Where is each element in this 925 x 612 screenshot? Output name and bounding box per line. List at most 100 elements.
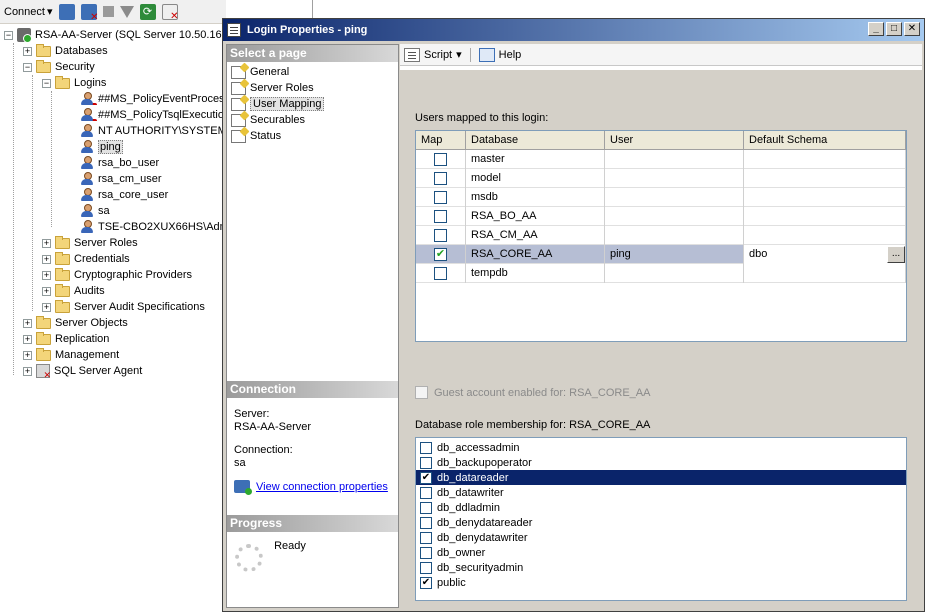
tree-databases[interactable]: + Databases: [23, 43, 108, 59]
role-checkbox[interactable]: [420, 441, 432, 454]
minimize-button[interactable]: _: [868, 22, 884, 36]
tree-login-item[interactable]: TSE-CBO2XUX66HS\Admir: [80, 219, 226, 235]
filter-icon[interactable]: [119, 5, 134, 18]
tree-login-item-selected[interactable]: ping: [80, 139, 123, 155]
table-row[interactable]: master: [416, 150, 906, 169]
expand-icon[interactable]: +: [42, 302, 51, 312]
list-item[interactable]: db_ddladmin: [416, 500, 906, 515]
connect-button[interactable]: Connect ▾: [4, 5, 53, 19]
table-row[interactable]: tempdb: [416, 264, 906, 283]
schema-cell[interactable]: [744, 226, 906, 245]
stop-icon[interactable]: [102, 6, 114, 17]
collapse-icon[interactable]: −: [4, 30, 13, 40]
page-general[interactable]: General: [227, 64, 398, 80]
map-checkbox[interactable]: [434, 229, 447, 242]
map-checkbox[interactable]: [434, 153, 447, 166]
column-header-user[interactable]: User: [605, 131, 744, 150]
page-server-roles[interactable]: Server Roles: [227, 80, 398, 96]
column-header-map[interactable]: Map: [416, 131, 466, 150]
list-item[interactable]: db_backupoperator: [416, 455, 906, 470]
list-item[interactable]: db_securityadmin: [416, 560, 906, 575]
page-status[interactable]: Status: [227, 128, 398, 144]
table-row[interactable]: model: [416, 169, 906, 188]
browse-schema-button[interactable]: ...: [887, 246, 905, 263]
expand-icon[interactable]: +: [42, 238, 51, 248]
tree-server-roles[interactable]: + Server Roles: [42, 235, 138, 251]
tree-login-item[interactable]: ##MS_PolicyEventProces: [80, 91, 225, 107]
help-button[interactable]: Help: [499, 49, 522, 61]
role-checkbox[interactable]: ✔: [420, 576, 432, 589]
tree-credentials[interactable]: + Credentials: [42, 251, 130, 267]
user-cell[interactable]: [605, 264, 744, 283]
list-item[interactable]: db_datawriter: [416, 485, 906, 500]
list-item[interactable]: db_owner: [416, 545, 906, 560]
expand-icon[interactable]: +: [23, 350, 32, 360]
script-icon[interactable]: [404, 47, 420, 62]
page-securables[interactable]: Securables: [227, 112, 398, 128]
dialog-titlebar[interactable]: Login Properties - ping _ □ ✕: [223, 19, 924, 41]
user-cell[interactable]: [605, 226, 744, 245]
user-cell[interactable]: [605, 169, 744, 188]
tree-logins[interactable]: − Logins: [42, 75, 106, 91]
expand-icon[interactable]: +: [23, 366, 32, 376]
view-connection-properties-link[interactable]: View connection properties: [256, 481, 388, 493]
tree-cryptographic-providers[interactable]: + Cryptographic Providers: [42, 267, 192, 283]
table-row[interactable]: RSA_CM_AA: [416, 226, 906, 245]
page-user-mapping[interactable]: User Mapping: [227, 96, 398, 112]
list-item[interactable]: ✔ public: [416, 575, 906, 590]
close-button[interactable]: ✕: [904, 22, 920, 36]
tree-server[interactable]: − RSA-AA-Server (SQL Server 10.50.16: [4, 27, 222, 43]
map-checkbox[interactable]: ✔: [434, 248, 447, 261]
user-cell[interactable]: [605, 188, 744, 207]
tree-security[interactable]: − Security: [23, 59, 95, 75]
role-checkbox[interactable]: [420, 531, 432, 544]
guest-account-checkbox[interactable]: [415, 386, 428, 399]
schema-cell[interactable]: [744, 188, 906, 207]
schema-cell[interactable]: [744, 264, 906, 283]
role-checkbox[interactable]: [420, 486, 432, 499]
user-cell[interactable]: [605, 207, 744, 226]
expand-icon[interactable]: +: [23, 46, 32, 56]
tree-server-audit-specifications[interactable]: + Server Audit Specifications: [42, 299, 205, 315]
role-checkbox[interactable]: [420, 456, 432, 469]
tree-login-item[interactable]: NT AUTHORITY\SYSTEM: [80, 123, 226, 139]
user-cell[interactable]: ping: [605, 245, 744, 264]
tree-audits[interactable]: + Audits: [42, 283, 105, 299]
tree-login-item[interactable]: rsa_cm_user: [80, 171, 162, 187]
tree-sql-server-agent[interactable]: + SQL Server Agent: [23, 363, 142, 381]
schema-cell[interactable]: [744, 150, 906, 169]
table-row[interactable]: RSA_BO_AA: [416, 207, 906, 226]
expand-icon[interactable]: +: [23, 318, 32, 328]
list-item[interactable]: db_accessadmin: [416, 440, 906, 455]
schema-cell[interactable]: dbo ...: [744, 245, 906, 264]
tree-login-item[interactable]: rsa_core_user: [80, 187, 168, 203]
connect-object-explorer-icon[interactable]: [58, 3, 75, 20]
tree-login-item[interactable]: sa: [80, 203, 110, 219]
list-item[interactable]: db_denydatawriter: [416, 530, 906, 545]
column-header-default-schema[interactable]: Default Schema: [744, 131, 906, 150]
schema-cell[interactable]: [744, 207, 906, 226]
column-header-database[interactable]: Database: [466, 131, 605, 150]
map-checkbox[interactable]: [434, 267, 447, 280]
refresh-icon[interactable]: ⟳: [139, 3, 156, 20]
expand-icon[interactable]: +: [23, 334, 32, 344]
role-checkbox[interactable]: [420, 516, 432, 529]
tree-replication[interactable]: + Replication: [23, 331, 109, 347]
expand-icon[interactable]: +: [42, 270, 51, 280]
collapse-icon[interactable]: −: [42, 78, 51, 88]
list-item[interactable]: db_denydatareader: [416, 515, 906, 530]
summary-icon[interactable]: [161, 3, 179, 22]
help-icon[interactable]: [478, 47, 495, 62]
map-checkbox[interactable]: [434, 210, 447, 223]
map-checkbox[interactable]: [434, 172, 447, 185]
tree-login-item[interactable]: rsa_bo_user: [80, 155, 159, 171]
view-connection-properties[interactable]: View connection properties: [227, 480, 398, 495]
table-row-selected[interactable]: ✔ RSA_CORE_AA ping dbo ...: [416, 245, 906, 264]
collapse-icon[interactable]: −: [23, 62, 32, 72]
role-checkbox[interactable]: [420, 546, 432, 559]
tree-login-item[interactable]: ##MS_PolicyTsqlExecutio: [80, 107, 224, 123]
role-checkbox[interactable]: [420, 561, 432, 574]
disconnect-icon[interactable]: [80, 3, 99, 23]
role-checkbox[interactable]: ✔: [420, 471, 432, 484]
maximize-button[interactable]: □: [886, 22, 902, 36]
